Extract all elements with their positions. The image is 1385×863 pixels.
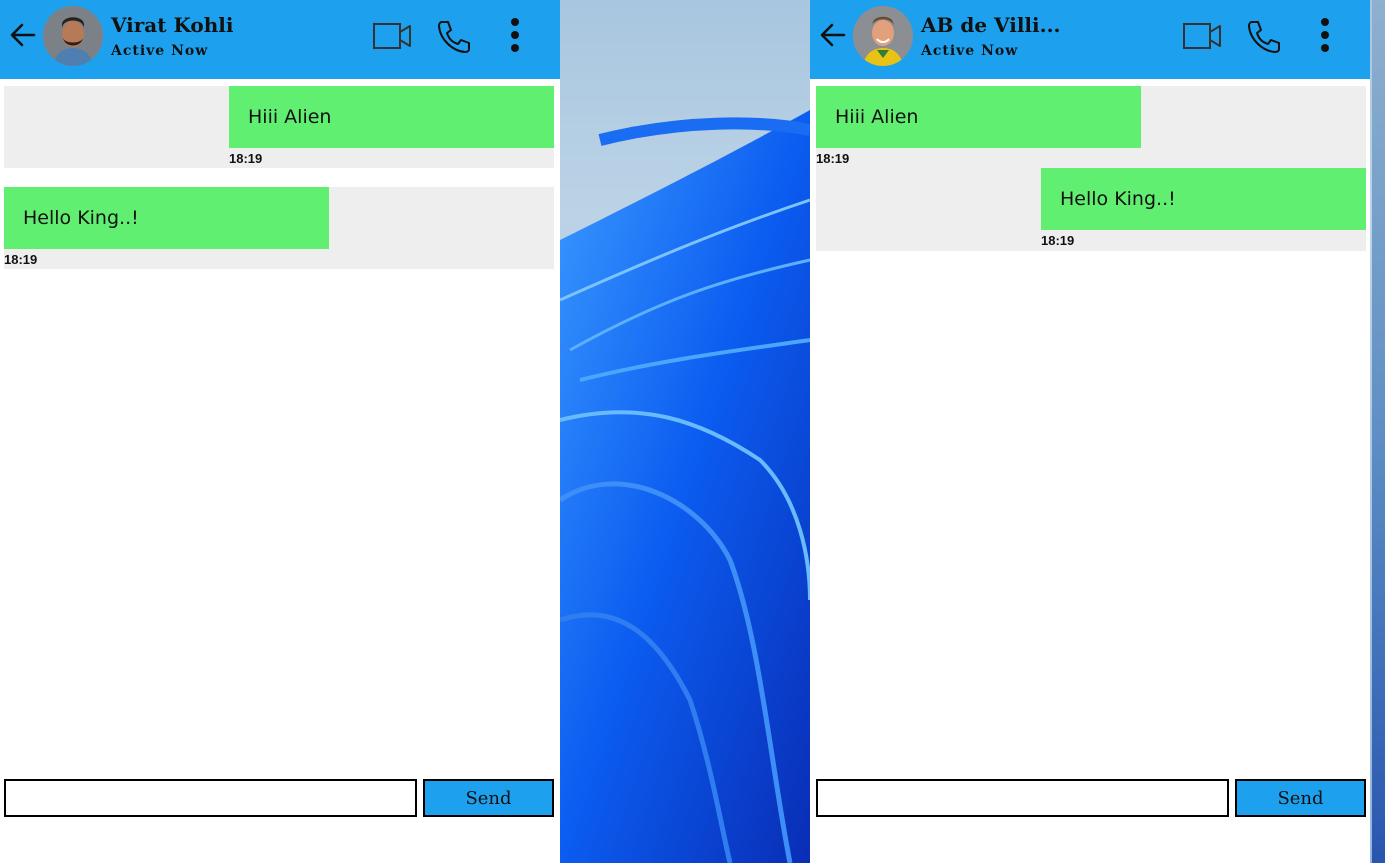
phone-icon[interactable] <box>436 18 472 54</box>
message-bubble: Hello King..! <box>1041 168 1366 230</box>
send-button[interactable]: Send <box>1235 779 1366 817</box>
message-input[interactable] <box>4 779 417 817</box>
video-call-icon[interactable] <box>372 21 412 51</box>
message-time: 18:19 <box>1041 233 1075 248</box>
phone-icon[interactable] <box>1246 18 1282 54</box>
chat-window-ab-de-villiers: AB de Villi... Active Now Hiii Alien 18:… <box>810 0 1370 863</box>
message-time: 18:19 <box>229 151 263 166</box>
send-button[interactable]: Send <box>423 779 554 817</box>
desktop-edge-strip <box>1372 0 1385 863</box>
more-vertical-icon[interactable] <box>1315 16 1335 56</box>
chat-window-virat-kohli: Virat Kohli Active Now Hiii Alien 18:19 … <box>0 0 560 863</box>
video-call-icon[interactable] <box>1182 21 1222 51</box>
back-arrow-icon[interactable] <box>8 20 38 50</box>
chat-header: Virat Kohli Active Now <box>0 0 560 79</box>
message-row: Hiii Alien 18:19 <box>4 86 554 168</box>
chat-header: AB de Villi... Active Now <box>810 0 1370 79</box>
back-arrow-icon[interactable] <box>818 20 848 50</box>
avatar[interactable] <box>43 6 103 66</box>
contact-photo <box>43 6 103 66</box>
avatar[interactable] <box>853 6 913 66</box>
contact-name: AB de Villi... <box>921 13 1061 37</box>
more-vertical-icon[interactable] <box>505 16 525 56</box>
contact-status: Active Now <box>111 43 209 59</box>
message-row: Hello King..! 18:19 <box>4 187 554 269</box>
message-time: 18:19 <box>4 252 38 267</box>
contact-name: Virat Kohli <box>111 13 234 37</box>
message-bubble: Hiii Alien <box>816 86 1141 148</box>
message-row: Hiii Alien 18:19 Hello King..! 18:19 <box>816 86 1366 251</box>
message-input[interactable] <box>816 779 1229 817</box>
contact-status: Active Now <box>921 43 1019 59</box>
message-time: 18:19 <box>816 151 850 166</box>
contact-photo <box>853 6 913 66</box>
message-bubble: Hiii Alien <box>229 86 554 148</box>
message-bubble: Hello King..! <box>4 187 329 249</box>
